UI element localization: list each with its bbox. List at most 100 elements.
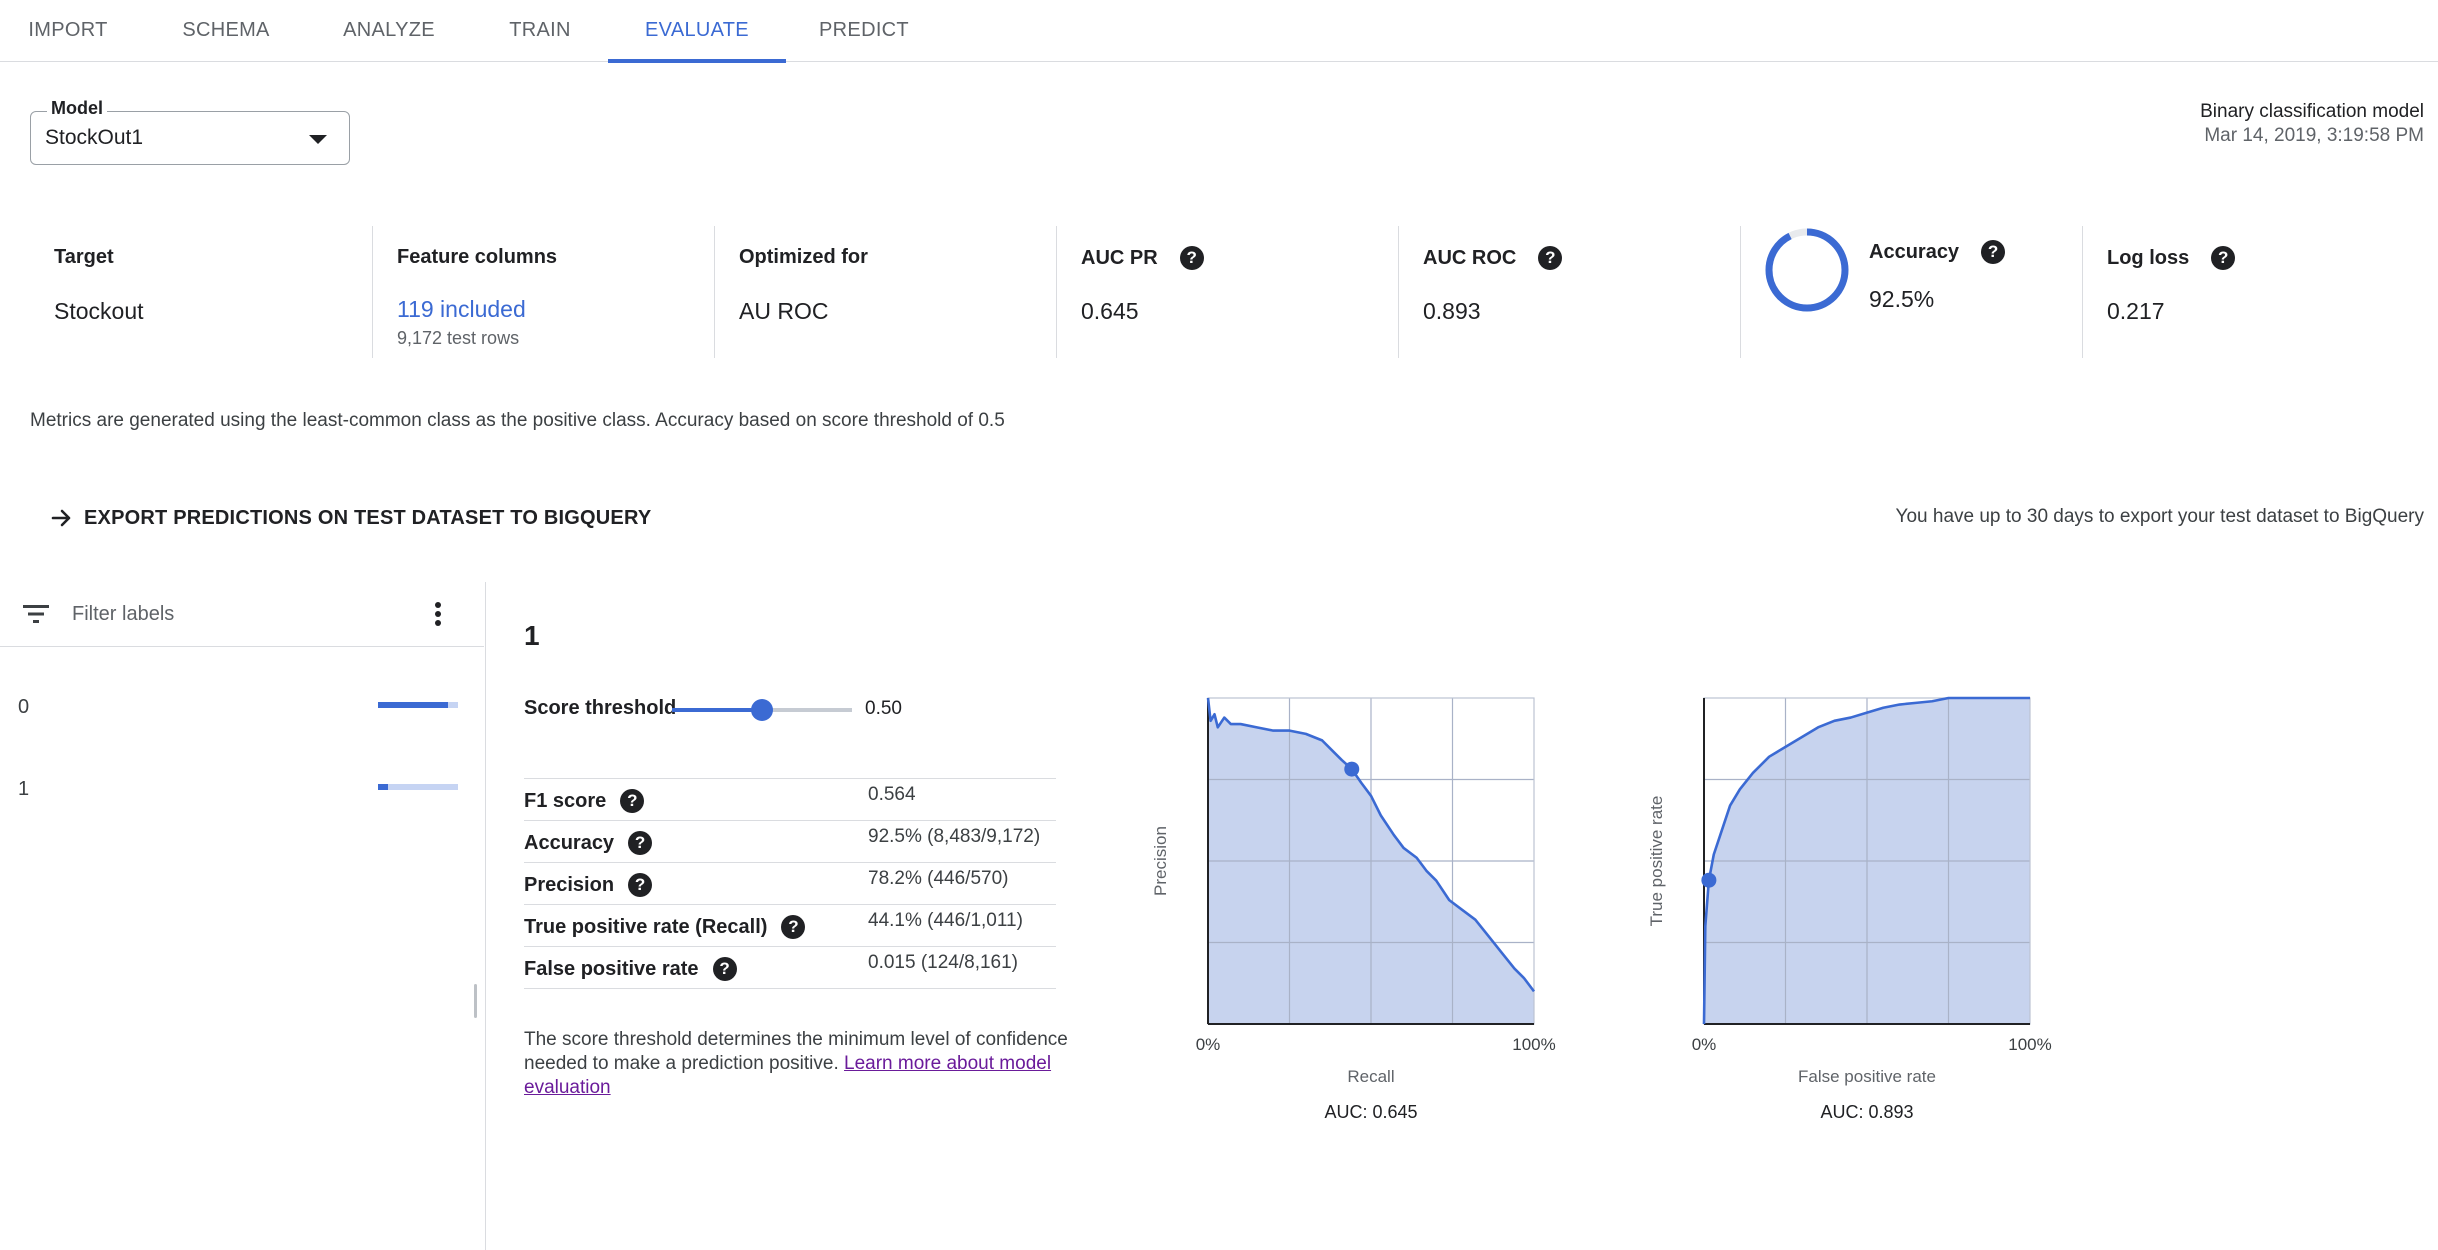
label-name: 1 — [18, 778, 30, 800]
help-icon[interactable]: ? — [781, 915, 806, 939]
auc-label: AUC: 0.893 — [1820, 1102, 1913, 1122]
evaluation-charts: 0% 100% Recall Precision AUC: 0.645 0% 100% Fal… — [1140, 690, 2060, 1130]
help-icon[interactable]: ? — [712, 957, 737, 981]
model-date: Mar 14, 2019, 3:19:58 PM — [2204, 125, 2424, 146]
stat-name-text: F1 score — [524, 789, 607, 812]
slider-thumb[interactable] — [751, 699, 773, 721]
export-predictions-button[interactable]: EXPORT PREDICTIONS ON TEST DATASET TO BI… — [50, 502, 651, 534]
more-vert-icon[interactable] — [430, 600, 446, 628]
threshold-point — [1701, 872, 1717, 888]
model-select[interactable]: Model StockOut1 — [30, 98, 350, 165]
label-name: 0 — [18, 696, 30, 718]
metric-title: Target — [54, 246, 114, 268]
model-meta: Binary classification model Mar 14, 2019… — [2200, 100, 2424, 148]
metric-title: AUC ROC ? — [1423, 246, 1563, 270]
x-tick-label: 0% — [1196, 1035, 1221, 1054]
label-item[interactable]: 1 — [0, 762, 484, 822]
tab-evaluate[interactable]: EVALUATE — [608, 0, 786, 63]
score-threshold-label: Score threshold — [524, 697, 677, 719]
x-tick-label: 100% — [1512, 1035, 1555, 1054]
metric-accuracy: Accuracy ? 92.5% — [1740, 226, 2082, 358]
label-item[interactable]: 0 — [0, 680, 484, 740]
tab-predict[interactable]: PREDICT — [806, 0, 922, 62]
x-tick-label: 100% — [2008, 1035, 2051, 1054]
tab-import[interactable]: IMPORT — [0, 0, 136, 62]
stat-name-text: False positive rate — [524, 957, 699, 980]
stat-row: False positive rate? 0.015 (124/8,161) — [524, 947, 1056, 989]
charts-svg: 0% 100% Recall Precision AUC: 0.645 0% 100% Fal… — [1151, 696, 2052, 1122]
score-threshold-slider[interactable] — [672, 692, 852, 728]
threshold-stats-table: F1 score? 0.564 Accuracy? 92.5% (8,483/9… — [524, 778, 1056, 989]
metric-title-text: AUC PR — [1081, 246, 1158, 269]
metric-log-loss: Log loss ? 0.217 — [2082, 226, 2424, 358]
label-share-bar — [378, 702, 458, 708]
filter-row — [0, 582, 484, 647]
metric-title: Accuracy ? — [1869, 240, 2006, 264]
tab-analyze[interactable]: ANALYZE — [318, 0, 460, 62]
x-tick-label: 0% — [1692, 1035, 1717, 1054]
stat-row: F1 score? 0.564 — [524, 779, 1056, 821]
auc-label: AUC: 0.645 — [1324, 1102, 1417, 1122]
filter-icon[interactable] — [23, 604, 49, 624]
label-share-bar — [378, 784, 458, 790]
metric-title-text: Accuracy — [1869, 240, 1960, 263]
selected-label-heading: 1 — [524, 620, 540, 651]
metric-feature-columns: Feature columns 119 included 9,172 test … — [372, 226, 714, 358]
help-icon[interactable]: ? — [628, 873, 653, 897]
metric-title: Optimized for — [739, 246, 868, 268]
y-axis-label: True positive rate — [1647, 796, 1666, 927]
metric-title: Feature columns — [397, 246, 558, 268]
label-share-fill — [378, 702, 449, 708]
tab-schema[interactable]: SCHEMA — [156, 0, 296, 62]
export-note: You have up to 30 days to export your te… — [1895, 506, 2424, 527]
feature-columns-link[interactable]: 119 included — [397, 296, 526, 323]
threshold-explanation: The score threshold determines the minim… — [524, 1028, 1084, 1100]
filter-labels-input[interactable] — [70, 596, 400, 632]
metric-target: Target Stockout — [30, 226, 372, 358]
metric-title-text: Log loss — [2107, 246, 2190, 269]
help-icon[interactable]: ? — [1179, 246, 1204, 270]
slider-fill — [672, 708, 762, 712]
metric-auc-roc: AUC ROC ? 0.893 — [1398, 226, 1740, 358]
x-axis-label: False positive rate — [1798, 1067, 1936, 1086]
stat-name: False positive rate? — [524, 957, 737, 981]
top-tab-bar: IMPORT SCHEMA ANALYZE TRAIN EVALUATE PRE… — [0, 0, 2438, 63]
stat-value: 0.564 — [868, 784, 916, 805]
metric-optimized-for: Optimized for AU ROC — [714, 226, 1056, 358]
model-select-value: StockOut1 — [45, 126, 144, 149]
help-icon[interactable]: ? — [628, 831, 653, 855]
accuracy-ring-fill — [1765, 228, 1849, 312]
model-type: Binary classification model — [2200, 101, 2424, 122]
stat-name-text: Accuracy — [524, 831, 615, 854]
export-button-label: EXPORT PREDICTIONS ON TEST DATASET TO BI… — [84, 506, 652, 529]
arrow-right-icon — [51, 509, 71, 527]
caret-down-icon — [309, 135, 327, 144]
help-icon[interactable]: ? — [620, 789, 645, 813]
labels-panel: 0 1 — [0, 582, 486, 1250]
y-axis-label: Precision — [1151, 826, 1170, 896]
help-icon[interactable]: ? — [2211, 246, 2236, 270]
stat-row: True positive rate (Recall)? 44.1% (446/… — [524, 905, 1056, 947]
stat-value: 78.2% (446/570) — [868, 868, 1009, 889]
stat-name: Accuracy? — [524, 831, 653, 855]
metric-value: 0.217 — [2107, 298, 2165, 324]
metric-auc-pr: AUC PR ? 0.645 — [1056, 226, 1398, 358]
threshold-point — [1344, 761, 1360, 777]
metric-value: 0.645 — [1081, 298, 1139, 324]
stat-name: F1 score? — [524, 789, 645, 813]
stat-name: True positive rate (Recall)? — [524, 915, 806, 939]
help-icon[interactable]: ? — [1981, 240, 2006, 264]
test-rows-count: 9,172 test rows — [397, 328, 520, 348]
metric-value: AU ROC — [739, 298, 829, 324]
x-axis-label: Recall — [1347, 1067, 1394, 1086]
stat-value: 92.5% (8,483/9,172) — [868, 826, 1041, 847]
help-icon[interactable]: ? — [1538, 246, 1563, 270]
metric-value: 0.893 — [1423, 298, 1481, 324]
metrics-note: Metrics are generated using the least-co… — [30, 410, 1005, 431]
panel-resize-handle[interactable] — [474, 984, 477, 1018]
accuracy-ring-icon — [1765, 228, 1849, 312]
metric-value: 92.5% — [1869, 286, 1935, 312]
model-select-label: Model — [47, 98, 107, 119]
tab-train[interactable]: TRAIN — [480, 0, 600, 62]
metric-title-text: AUC ROC — [1423, 246, 1517, 269]
